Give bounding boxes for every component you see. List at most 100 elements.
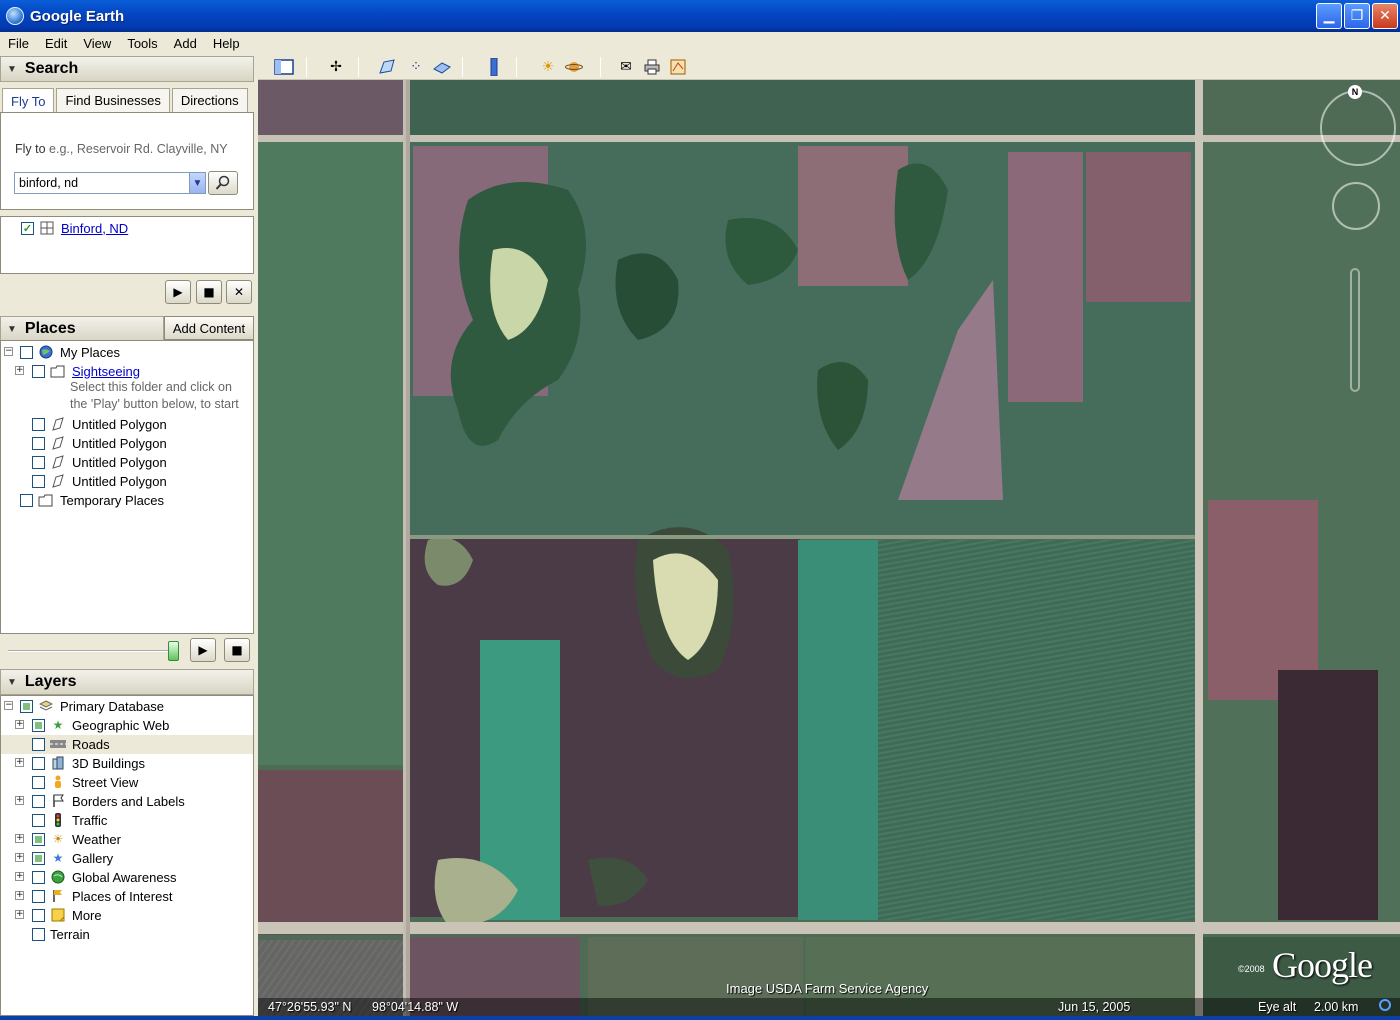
layer-more[interactable]: More — [32, 906, 102, 924]
menu-edit[interactable]: Edit — [37, 36, 75, 51]
layer-checkbox[interactable] — [32, 889, 45, 903]
result-checkbox[interactable]: ✓ — [21, 221, 34, 235]
sidebar-toggle-button[interactable] — [272, 57, 296, 77]
result-binford[interactable]: ✓ Binford, ND — [21, 219, 128, 237]
menu-file[interactable]: File — [0, 36, 37, 51]
polygon-icon — [50, 473, 66, 489]
polygon-button[interactable] — [376, 57, 400, 77]
places-item-polygon[interactable]: Untitled Polygon — [32, 415, 167, 433]
maximize-button[interactable]: ❐ — [1344, 3, 1370, 29]
polygon-checkbox[interactable] — [32, 417, 45, 431]
places-item-polygon[interactable]: Untitled Polygon — [32, 434, 167, 452]
add-content-button[interactable]: Add Content — [164, 316, 254, 340]
look-joystick[interactable] — [1320, 90, 1396, 166]
layer-checkbox[interactable] — [32, 718, 45, 732]
zoom-slider[interactable] — [1350, 268, 1360, 392]
stop-places-button[interactable]: ■ — [224, 638, 250, 662]
sunlight-button[interactable]: ☀ — [536, 57, 560, 77]
layer-checkbox[interactable] — [32, 756, 45, 770]
layers-panel-header[interactable]: ▼ Layers — [0, 669, 254, 695]
tab-directions[interactable]: Directions — [171, 88, 248, 112]
search-panel-header[interactable]: ▼ Search — [0, 56, 254, 82]
layer-weather[interactable]: ☀ Weather — [32, 830, 121, 848]
layer-checkbox[interactable] — [32, 851, 45, 865]
my-places-checkbox[interactable] — [20, 345, 33, 359]
move-joystick[interactable] — [1332, 182, 1380, 230]
layer-places-of-interest[interactable]: Places of Interest — [32, 887, 172, 905]
layer-terrain[interactable]: Terrain — [32, 925, 90, 943]
places-item-sightseeing[interactable]: Sightseeing — [32, 362, 140, 380]
collapse-icon[interactable]: − — [4, 701, 13, 710]
sightseeing-checkbox[interactable] — [32, 364, 45, 378]
places-panel-header[interactable]: ▼ Places — [0, 316, 164, 342]
polygon-checkbox[interactable] — [32, 474, 45, 488]
email-button[interactable]: ✉ — [614, 57, 638, 77]
view-in-maps-button[interactable] — [666, 57, 690, 77]
clear-results-button[interactable]: ✕ — [226, 280, 252, 304]
image-overlay-button[interactable] — [430, 57, 454, 77]
terrain-checkbox[interactable] — [32, 927, 45, 941]
path-button[interactable]: ⁘ — [404, 57, 428, 77]
menu-tools[interactable]: Tools — [119, 36, 165, 51]
expand-icon[interactable]: + — [15, 891, 24, 900]
layer-3d-buildings[interactable]: 3D Buildings — [32, 754, 145, 772]
planet-icon — [565, 62, 583, 72]
polygon-checkbox[interactable] — [32, 436, 45, 450]
tab-find-businesses[interactable]: Find Businesses — [56, 88, 170, 112]
tour-speed-slider-track[interactable] — [8, 650, 178, 652]
layer-geographic-web[interactable]: ★ Geographic Web — [32, 716, 169, 734]
primary-database-checkbox[interactable] — [20, 699, 33, 713]
expand-icon[interactable]: + — [15, 910, 24, 919]
ruler-button[interactable] — [482, 57, 506, 77]
places-item-temporary[interactable]: Temporary Places — [20, 491, 164, 509]
chevron-down-icon[interactable]: ▼ — [189, 173, 205, 193]
sightseeing-label[interactable]: Sightseeing — [72, 364, 140, 379]
map-view[interactable] — [258, 80, 1400, 1016]
layer-checkbox[interactable] — [32, 813, 45, 827]
places-item-polygon[interactable]: Untitled Polygon — [32, 453, 167, 471]
play-tour-button[interactable]: ▶ — [165, 280, 191, 304]
menu-view[interactable]: View — [75, 36, 119, 51]
minimize-button[interactable]: ▁ — [1316, 3, 1342, 29]
layer-global-awareness[interactable]: Global Awareness — [32, 868, 177, 886]
expand-icon[interactable]: + — [15, 758, 24, 767]
places-item-my-places[interactable]: My Places — [20, 343, 120, 361]
menu-add[interactable]: Add — [166, 36, 205, 51]
layer-traffic[interactable]: Traffic — [32, 811, 107, 829]
tour-speed-slider-thumb[interactable] — [168, 641, 179, 661]
tab-fly-to[interactable]: Fly To — [2, 88, 55, 113]
places-item-polygon[interactable]: Untitled Polygon — [32, 472, 167, 490]
layer-checkbox[interactable] — [32, 775, 45, 789]
layer-primary-database[interactable]: Primary Database — [20, 697, 164, 715]
layer-checkbox[interactable] — [32, 908, 45, 922]
fly-to-input[interactable]: binford, nd ▼ — [14, 172, 206, 194]
expand-icon[interactable]: + — [15, 366, 24, 375]
satellite-imagery[interactable] — [258, 80, 1400, 1016]
expand-icon[interactable]: + — [15, 796, 24, 805]
layer-checkbox[interactable] — [32, 870, 45, 884]
stop-tour-button[interactable]: ■ — [196, 280, 222, 304]
layer-gallery[interactable]: ★ Gallery — [32, 849, 113, 867]
expand-icon[interactable]: + — [15, 872, 24, 881]
collapse-icon[interactable]: − — [4, 347, 13, 356]
layer-street-view[interactable]: Street View — [32, 773, 138, 791]
placemark-button[interactable]: ✢ — [324, 57, 348, 77]
layer-checkbox[interactable] — [32, 794, 45, 808]
close-window-button[interactable]: ✕ — [1372, 3, 1398, 29]
layer-roads[interactable]: Roads — [32, 735, 110, 753]
layer-checkbox[interactable] — [32, 737, 45, 751]
expand-icon[interactable]: + — [15, 834, 24, 843]
print-button[interactable] — [640, 57, 664, 77]
play-places-button[interactable]: ▶ — [190, 638, 216, 662]
north-indicator[interactable]: N — [1348, 85, 1362, 99]
sky-button[interactable] — [562, 57, 586, 77]
layer-borders-labels[interactable]: Borders and Labels — [32, 792, 185, 810]
temporary-checkbox[interactable] — [20, 493, 33, 507]
expand-icon[interactable]: + — [15, 720, 24, 729]
result-link[interactable]: Binford, ND — [61, 221, 128, 236]
expand-icon[interactable]: + — [15, 853, 24, 862]
polygon-checkbox[interactable] — [32, 455, 45, 469]
layer-checkbox[interactable] — [32, 832, 45, 846]
search-button[interactable] — [208, 171, 238, 195]
menu-help[interactable]: Help — [205, 36, 248, 51]
